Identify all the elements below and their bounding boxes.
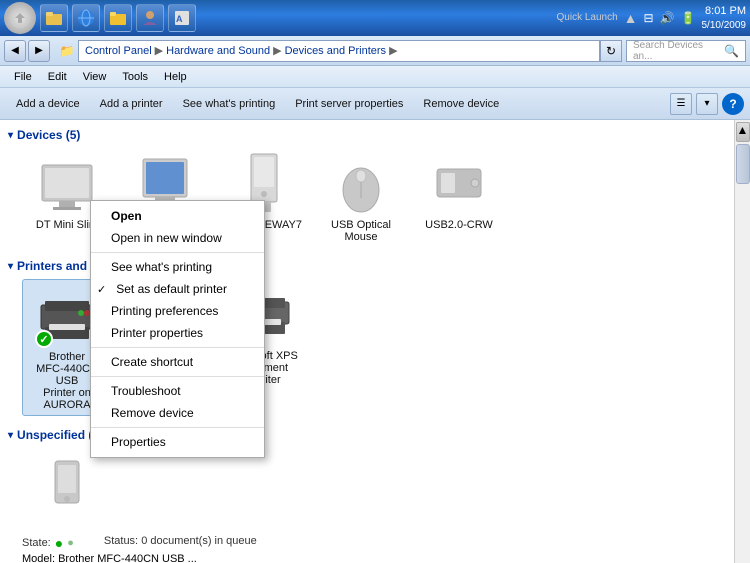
context-sep-1: [91, 252, 264, 253]
menu-view[interactable]: View: [75, 69, 115, 85]
taskbar-icon-1[interactable]: [40, 4, 68, 32]
usb-crw-label: USB2.0-CRW: [425, 219, 493, 231]
menu-help[interactable]: Help: [156, 69, 195, 85]
context-menu: Open Open in new window See what's print…: [90, 200, 265, 458]
dt-mini-slim-label: DT Mini Slim: [36, 219, 98, 231]
context-menu-printing-prefs[interactable]: Printing preferences: [91, 300, 264, 322]
help-button[interactable]: ?: [722, 93, 744, 115]
device-unspecified[interactable]: [22, 448, 112, 523]
context-menu-remove-device[interactable]: Remove device: [91, 402, 264, 424]
svg-text:A: A: [176, 14, 183, 24]
usb-crw-icon: [427, 152, 491, 216]
start-button[interactable]: [4, 2, 36, 34]
unspecified-grid: [22, 448, 726, 523]
forward-button[interactable]: ▶: [28, 40, 50, 62]
view-options-button[interactable]: ☰: [670, 93, 692, 115]
context-sep-4: [91, 427, 264, 428]
devices-collapse-arrow: ▾: [8, 130, 13, 141]
see-whats-printing-button[interactable]: See what's printing: [173, 95, 286, 113]
state-label: State:: [22, 537, 51, 549]
toolbar: Add a device Add a printer See what's pr…: [0, 88, 750, 120]
menu-file[interactable]: File: [6, 69, 40, 85]
context-menu-create-shortcut[interactable]: Create shortcut: [91, 351, 264, 373]
unspecified-collapse-arrow: ▾: [8, 430, 13, 441]
scroll-up-button[interactable]: ▲: [736, 122, 750, 142]
address-bar: ◀ ▶ 📁 Control Panel ▶ Hardware and Sound…: [0, 36, 750, 66]
add-device-button[interactable]: Add a device: [6, 95, 90, 113]
devices-section-header[interactable]: ▾ Devices (5): [8, 128, 726, 142]
unspecified-icon: [35, 452, 99, 516]
view-dropdown-button[interactable]: ▾: [696, 93, 718, 115]
context-menu-open[interactable]: Open: [91, 205, 264, 227]
context-sep-3: [91, 376, 264, 377]
location-icon: 📁: [56, 40, 78, 62]
printer-info: State: ● ● Status: 0 document(s) in queu…: [22, 535, 726, 551]
model-value: Brother MFC-440CN USB ...: [58, 553, 197, 563]
usb-mouse-icon: [329, 152, 393, 216]
taskbar-icon-4[interactable]: [136, 4, 164, 32]
context-menu-see-printing[interactable]: See what's printing: [91, 256, 264, 278]
context-menu-set-default[interactable]: Set as default printer: [91, 278, 264, 300]
taskbar-icon-3[interactable]: [104, 4, 132, 32]
context-menu-properties[interactable]: Properties: [91, 431, 264, 453]
taskbar-time: 8:01 PM 5/10/2009: [702, 4, 747, 31]
address-path[interactable]: Control Panel ▶ Hardware and Sound ▶ Dev…: [78, 40, 600, 62]
devices-section-label: Devices (5): [17, 128, 80, 142]
state-area: State: ● ●: [22, 535, 74, 551]
context-menu-printer-props[interactable]: Printer properties: [91, 322, 264, 344]
taskbar: A Quick Launch ▲ ⊟ 🔊 🔋 8:01 PM 5/10/2009: [0, 0, 750, 36]
print-server-properties-button[interactable]: Print server properties: [285, 95, 413, 113]
taskbar-icons: A: [40, 4, 196, 32]
menu-tools[interactable]: Tools: [114, 69, 156, 85]
state-icon2: ●: [67, 537, 74, 549]
model-label: Model:: [22, 553, 55, 563]
scrollbar[interactable]: ▲: [734, 120, 750, 563]
model-area: Model: Brother MFC-440CN USB ...: [22, 553, 197, 563]
status-area: Status: 0 document(s) in queue: [104, 535, 257, 547]
remove-device-button[interactable]: Remove device: [413, 95, 509, 113]
refresh-button[interactable]: ↻: [600, 40, 622, 62]
menu-edit[interactable]: Edit: [40, 69, 75, 85]
path-part-1[interactable]: Control Panel: [85, 45, 152, 57]
status-label: Status:: [104, 535, 138, 547]
path-part-3[interactable]: Devices and Printers: [285, 45, 387, 57]
add-printer-button[interactable]: Add a printer: [90, 95, 173, 113]
toolbar-right: ☰ ▾ ?: [670, 93, 744, 115]
printer-model-info: Model: Brother MFC-440CN USB ...: [22, 553, 726, 563]
menu-bar: File Edit View Tools Help: [0, 66, 750, 88]
taskbar-icon-2[interactable]: [72, 4, 100, 32]
status-value: 0 document(s) in queue: [141, 535, 257, 547]
context-sep-2: [91, 347, 264, 348]
taskbar-icon-5[interactable]: A: [168, 4, 196, 32]
printers-collapse-arrow: ▾: [8, 261, 13, 272]
default-printer-badge: ✓: [35, 330, 53, 348]
scroll-thumb[interactable]: [736, 144, 750, 184]
state-icon: ●: [55, 535, 63, 551]
context-menu-troubleshoot[interactable]: Troubleshoot: [91, 380, 264, 402]
path-part-2[interactable]: Hardware and Sound: [166, 45, 270, 57]
back-button[interactable]: ◀: [4, 40, 26, 62]
quick-launch-label: Quick Launch: [557, 12, 618, 23]
search-box[interactable]: Search Devices an... 🔍: [626, 40, 746, 62]
taskbar-right: Quick Launch ▲ ⊟ 🔊 🔋 8:01 PM 5/10/2009: [557, 4, 746, 31]
device-usb-mouse[interactable]: USB OpticalMouse: [316, 148, 406, 247]
context-menu-open-new[interactable]: Open in new window: [91, 227, 264, 249]
usb-mouse-label: USB OpticalMouse: [331, 219, 391, 243]
device-usb-crw[interactable]: USB2.0-CRW: [414, 148, 504, 247]
